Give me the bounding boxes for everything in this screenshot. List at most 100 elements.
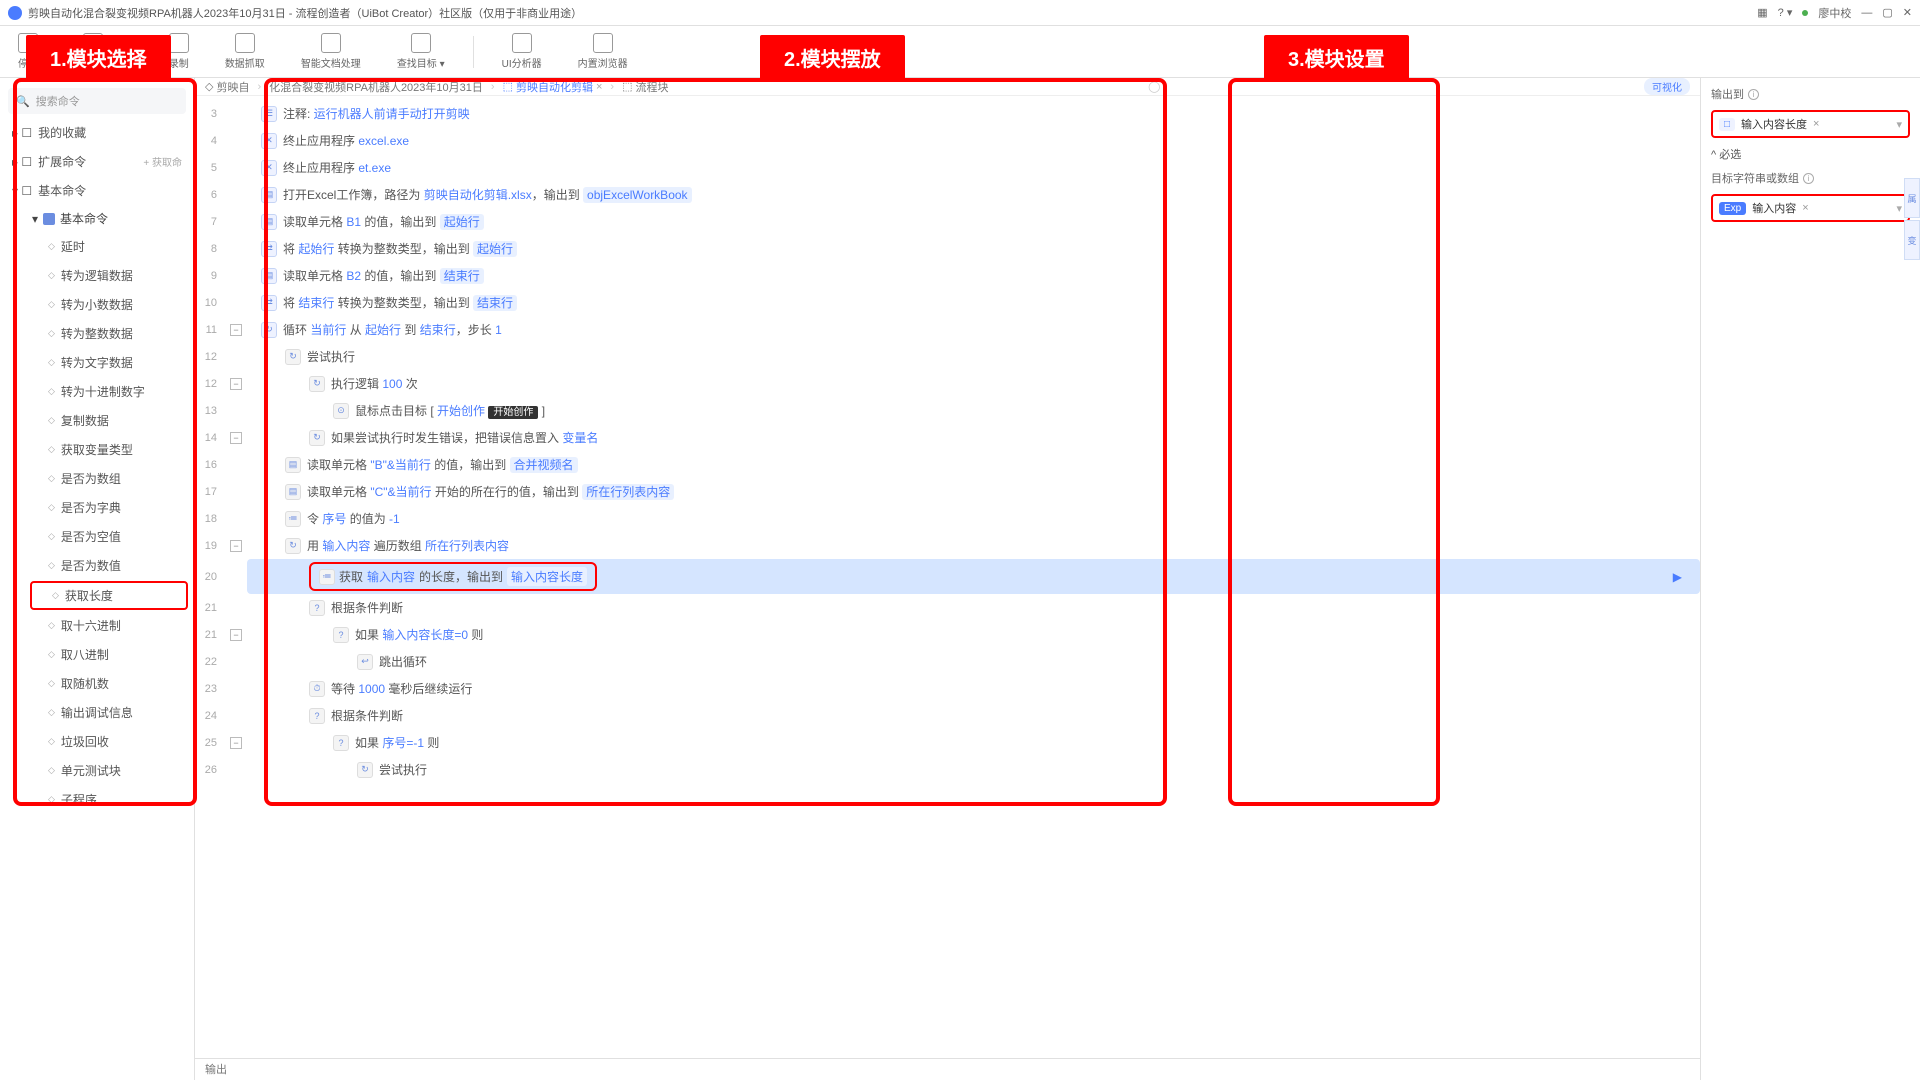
side-group[interactable]: ▾ ☐基本命令 — [0, 176, 194, 205]
visualize-toggle[interactable]: 可视化 — [1644, 78, 1690, 95]
code-line[interactable]: 26↻尝试执行 — [195, 756, 1700, 783]
code-line[interactable]: 8⇄将 起始行 转换为整数类型，输出到 起始行 — [195, 235, 1700, 262]
subgroup-basic[interactable]: ▾ 基本命令 — [24, 205, 194, 232]
tool-6[interactable]: UI分析器 — [494, 31, 550, 72]
code-line[interactable]: 9▤读取单元格 B2 的值，输出到 结束行 — [195, 262, 1700, 289]
code-line[interactable]: 12↻尝试执行 — [195, 343, 1700, 370]
code-line[interactable]: 10⇄将 结束行 转换为整数类型，输出到 结束行 — [195, 289, 1700, 316]
clear-icon[interactable]: × — [1813, 118, 1819, 130]
search-input[interactable]: 🔍 搜索命令 — [8, 88, 186, 114]
cmd-输出调试信息[interactable]: 输出调试信息 — [24, 698, 194, 727]
right-edge-tabs: 属 变 — [1904, 178, 1920, 260]
info-icon[interactable]: i — [1748, 89, 1759, 100]
breadcrumb-item[interactable]: ◇ 剪映自 — [205, 79, 249, 95]
code-line[interactable]: 20≔获取 输入内容 的长度，输出到 输入内容长度▶ — [195, 559, 1700, 594]
cmd-是否为空值[interactable]: 是否为空值 — [24, 522, 194, 551]
cmd-转为十进制数字[interactable]: 转为十进制数字 — [24, 377, 194, 406]
apps-icon[interactable]: ▦ — [1757, 6, 1767, 19]
line-number: 13 — [195, 405, 225, 417]
exp-chip-icon: Exp — [1719, 202, 1746, 215]
cmd-转为小数数据[interactable]: 转为小数数据 — [24, 290, 194, 319]
breadcrumb-item[interactable]: ⬚ 流程块 — [622, 79, 668, 95]
code-line[interactable]: 24?根据条件判断 — [195, 702, 1700, 729]
user-status-icon — [1802, 10, 1808, 16]
fold-icon[interactable]: − — [230, 629, 242, 641]
cmd-取八进制[interactable]: 取八进制 — [24, 640, 194, 669]
required-section[interactable]: ^ 必选 — [1711, 146, 1910, 162]
code-line[interactable]: 22↩跳出循环 — [195, 648, 1700, 675]
info-icon[interactable]: i — [1803, 173, 1814, 184]
code-line[interactable]: 23⏱等待 1000 毫秒后继续运行 — [195, 675, 1700, 702]
fold-icon[interactable]: − — [230, 378, 242, 390]
tool-7[interactable]: 内置浏览器 — [570, 31, 636, 72]
cmd-是否为数组[interactable]: 是否为数组 — [24, 464, 194, 493]
line-number: 11 — [195, 324, 225, 336]
run-line-icon[interactable]: ▶ — [1673, 570, 1682, 584]
cmd-取十六进制[interactable]: 取十六进制 — [24, 611, 194, 640]
output-panel-tab[interactable]: 输出 — [195, 1058, 1700, 1080]
cmd-是否为字典[interactable]: 是否为字典 — [24, 493, 194, 522]
cmd-获取长度[interactable]: 获取长度 — [30, 581, 188, 610]
cmd-转为文字数据[interactable]: 转为文字数据 — [24, 348, 194, 377]
edge-tab-1[interactable]: 属 — [1904, 178, 1920, 218]
code-line[interactable]: 21−?如果 输入内容长度=0 则 — [195, 621, 1700, 648]
code-line[interactable]: 12−↻执行逻辑 100 次 — [195, 370, 1700, 397]
cmd-取随机数[interactable]: 取随机数 — [24, 669, 194, 698]
prop-target-field[interactable]: Exp 输入内容 × ▾ — [1711, 194, 1910, 222]
cmd-获取变量类型[interactable]: 获取变量类型 — [24, 435, 194, 464]
cmd-垃圾回收[interactable]: 垃圾回收 — [24, 727, 194, 756]
cmd-icon: ? — [333, 627, 349, 643]
code-line[interactable]: 11−↻循环 当前行 从 起始行 到 结束行，步长 1 — [195, 316, 1700, 343]
side-group[interactable]: ▸ ☐扩展命令+ 获取命 — [0, 147, 194, 176]
code-line[interactable]: 16▤读取单元格 "B"&当前行 的值，输出到 合并视频名 — [195, 451, 1700, 478]
breadcrumb-item[interactable]: 化混合裂变视频RPA机器人2023年10月31日 — [269, 79, 483, 95]
help-icon[interactable]: ? ▾ — [1778, 6, 1793, 19]
close-button[interactable]: ✕ — [1903, 6, 1912, 19]
code-area[interactable]: 3☰注释: 运行机器人前请手动打开剪映4✕终止应用程序 excel.exe5✕终… — [195, 96, 1700, 1058]
fold-icon[interactable]: − — [230, 737, 242, 749]
cmd-转为整数数据[interactable]: 转为整数数据 — [24, 319, 194, 348]
cmd-icon: ≔ — [285, 511, 301, 527]
code-line[interactable]: 14−↻如果尝试执行时发生错误，把错误信息置入 变量名 — [195, 424, 1700, 451]
code-line[interactable]: 19−↻用 输入内容 遍历数组 所在行列表内容 — [195, 532, 1700, 559]
clear-icon[interactable]: × — [1802, 202, 1808, 214]
code-line[interactable]: 25−?如果 序号=-1 则 — [195, 729, 1700, 756]
code-line[interactable]: 17▤读取单元格 "C"&当前行 开始的所在行的值，输出到 所在行列表内容 — [195, 478, 1700, 505]
cmd-icon: ⇄ — [261, 295, 277, 311]
breadcrumb-item[interactable]: ⬚ 剪映自动化剪辑 × — [503, 79, 603, 95]
code-line[interactable]: 5✕终止应用程序 et.exe — [195, 154, 1700, 181]
cmd-icon: ▤ — [261, 268, 277, 284]
code-line[interactable]: 3☰注释: 运行机器人前请手动打开剪映 — [195, 100, 1700, 127]
code-line[interactable]: 13⊙鼠标点击目标 [ 开始创作 开始创作 ] — [195, 397, 1700, 424]
cmd-转为逻辑数据[interactable]: 转为逻辑数据 — [24, 261, 194, 290]
dropdown-icon[interactable]: ▾ — [1896, 118, 1902, 131]
line-number: 21 — [195, 629, 225, 641]
cmd-子程序[interactable]: 子程序 — [24, 785, 194, 814]
user-name[interactable]: 廖中校 — [1818, 5, 1851, 21]
tool-5[interactable]: 查找目标 ▾ — [389, 31, 453, 72]
toolbar: 停止时间线 ▾录制数据抓取智能文档处理查找目标 ▾UI分析器内置浏览器 — [0, 26, 1920, 78]
cmd-复制数据[interactable]: 复制数据 — [24, 406, 194, 435]
fold-icon[interactable]: − — [230, 324, 242, 336]
cmd-icon: ↻ — [309, 376, 325, 392]
close-icon[interactable]: × — [596, 81, 602, 93]
fold-icon[interactable]: − — [230, 432, 242, 444]
cmd-延时[interactable]: 延时 — [24, 232, 194, 261]
dropdown-icon[interactable]: ▾ — [1896, 202, 1902, 215]
tool-4[interactable]: 智能文档处理 — [293, 31, 369, 72]
tool-3[interactable]: 数据抓取 — [217, 31, 273, 72]
code-line[interactable]: 7▤读取单元格 B1 的值，输出到 起始行 — [195, 208, 1700, 235]
fold-icon[interactable]: − — [230, 540, 242, 552]
code-line[interactable]: 4✕终止应用程序 excel.exe — [195, 127, 1700, 154]
prop-output-field[interactable]: □ 输入内容长度 × ▾ — [1711, 110, 1910, 138]
maximize-button[interactable]: ▢ — [1882, 6, 1892, 19]
minimize-button[interactable]: — — [1861, 7, 1872, 19]
cmd-icon: ✕ — [261, 133, 277, 149]
cmd-单元测试块[interactable]: 单元测试块 — [24, 756, 194, 785]
code-line[interactable]: 21?根据条件判断 — [195, 594, 1700, 621]
code-line[interactable]: 18≔令 序号 的值为 -1 — [195, 505, 1700, 532]
side-group[interactable]: ▸ ☐我的收藏 — [0, 118, 194, 147]
cmd-是否为数值[interactable]: 是否为数值 — [24, 551, 194, 580]
code-line[interactable]: 6▤打开Excel工作簿，路径为 剪映自动化剪辑.xlsx，输出到 objExc… — [195, 181, 1700, 208]
edge-tab-2[interactable]: 变 — [1904, 220, 1920, 260]
